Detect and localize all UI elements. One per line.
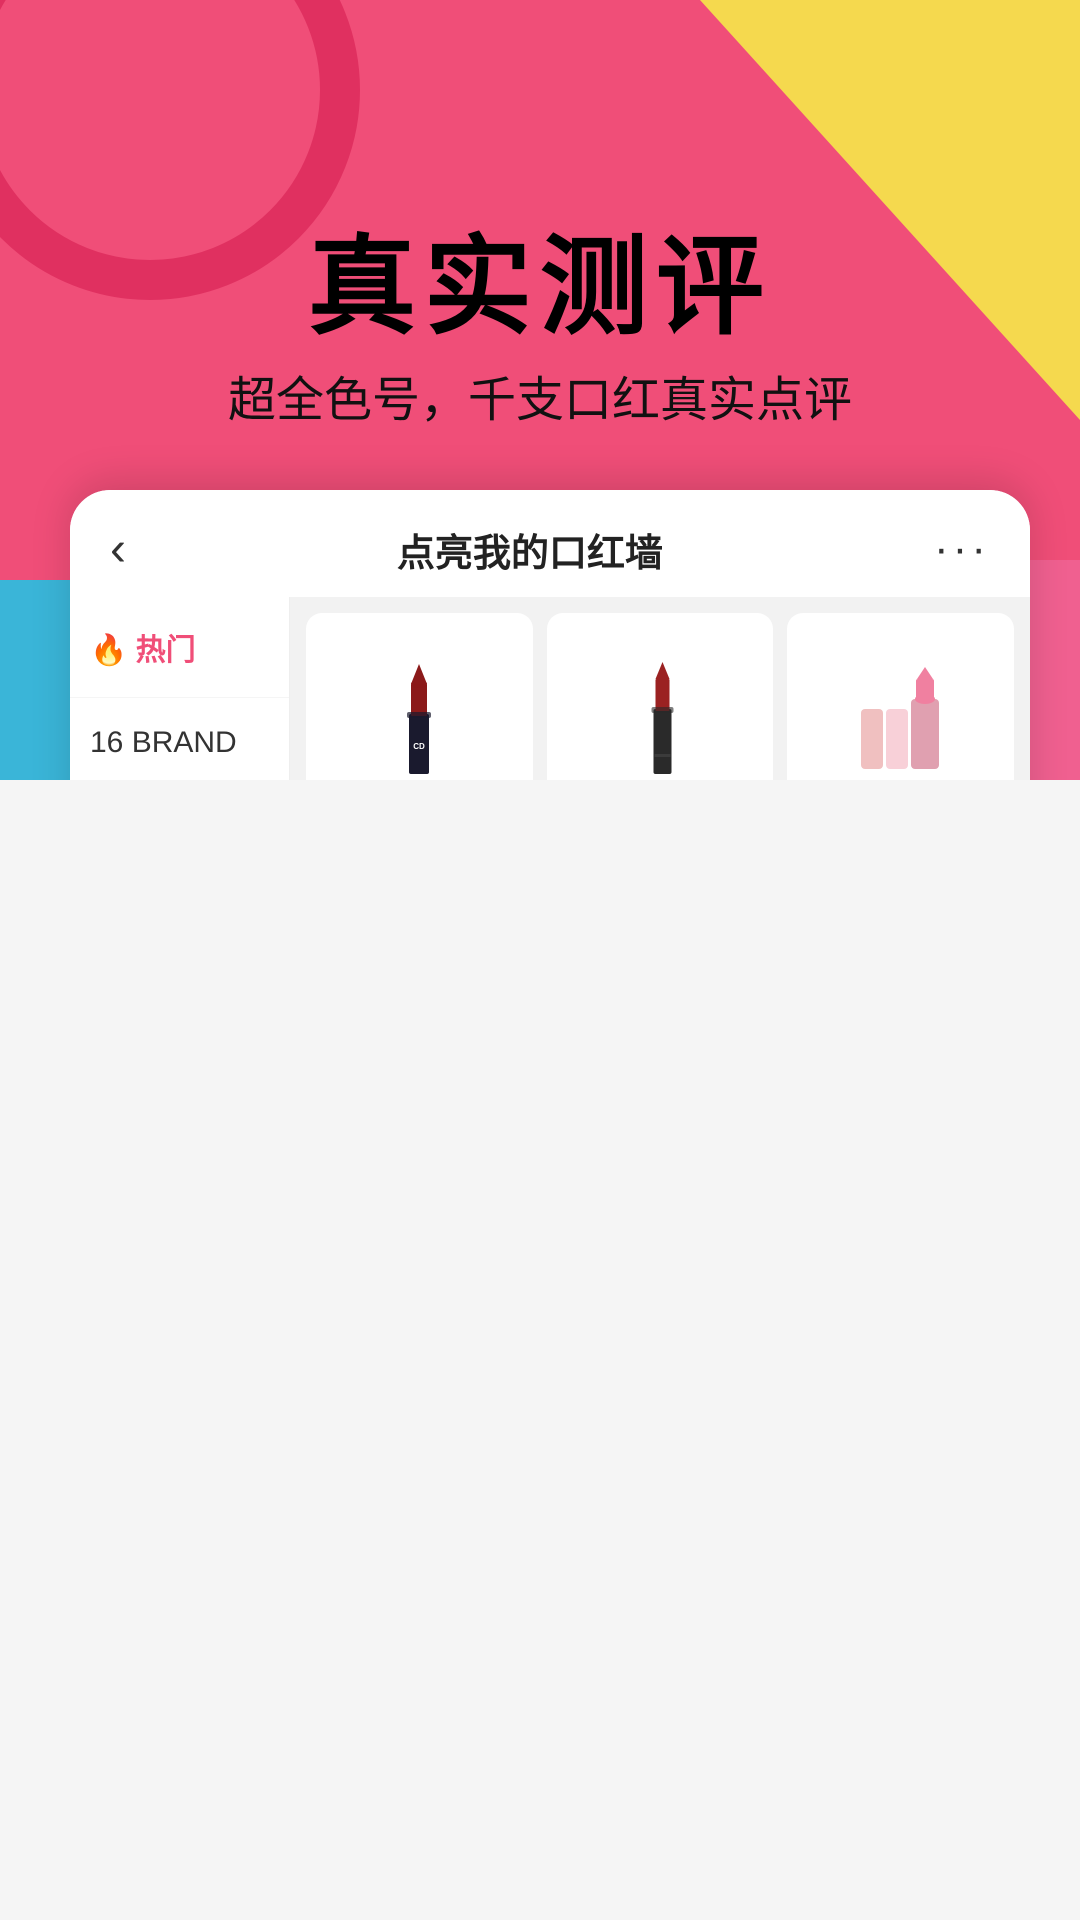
- product-grid: CD DIOR#999正红之王 M.A.C#CHILIMAC家族必败色 DIOR…: [290, 597, 1030, 780]
- app-title: 点亮我的口红墙: [397, 522, 663, 577]
- hero-title: 真实测评: [0, 200, 1080, 356]
- sidebar-item-16brand[interactable]: 16 BRAND: [70, 698, 289, 780]
- product-image: [801, 629, 1000, 780]
- svg-text:CD: CD: [414, 742, 426, 751]
- back-button[interactable]: ‹: [110, 526, 126, 574]
- product-image: CD: [320, 629, 519, 780]
- app-card: ‹ 点亮我的口红墙 ··· 🔥 热门16 BRAND3CEA'PIEUBBIAB…: [70, 490, 1030, 780]
- sidebar: 🔥 热门16 BRAND3CEA'PIEUBBIABOBBI B...BOURJ…: [70, 597, 290, 780]
- app-header: ‹ 点亮我的口红墙 ···: [70, 490, 1030, 597]
- app-content: 🔥 热门16 BRAND3CEA'PIEUBBIABOBBI B...BOURJ…: [70, 597, 1030, 780]
- product-card[interactable]: M.A.C#CHILIMAC家族必败色: [547, 613, 774, 780]
- product-card[interactable]: CD DIOR#999正红之王: [306, 613, 533, 780]
- product-row-0: CD DIOR#999正红之王 M.A.C#CHILIMAC家族必败色 DIOR…: [306, 613, 1014, 780]
- product-card[interactable]: DIOR#001人手必备: [787, 613, 1014, 780]
- sidebar-item-hot[interactable]: 🔥 热门: [70, 597, 289, 698]
- product-image: [561, 629, 760, 780]
- more-button[interactable]: ···: [934, 536, 990, 562]
- hero-subtitle: 超全色号，千支口红真实点评: [0, 360, 1080, 430]
- hero-section: 真实测评 超全色号，千支口红真实点评 ‹ 点亮我的口红墙 ··· 🔥 热门16 …: [0, 0, 1080, 780]
